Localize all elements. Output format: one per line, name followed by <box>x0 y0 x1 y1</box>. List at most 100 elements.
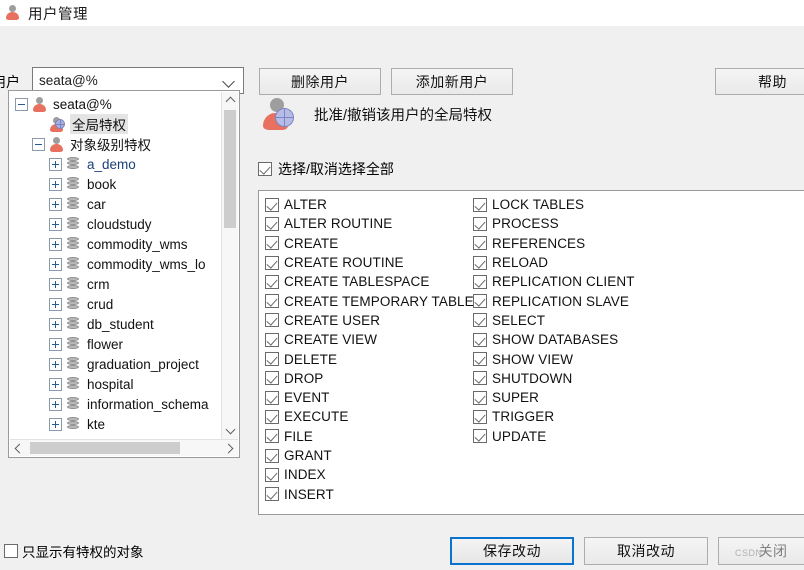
privilege-item[interactable]: PROCESS <box>473 214 723 233</box>
tree-node[interactable]: kte <box>9 414 221 434</box>
privilege-label: REFERENCES <box>492 235 586 251</box>
privilege-checkbox[interactable] <box>473 390 487 405</box>
privilege-checkbox[interactable] <box>473 255 487 270</box>
tree-body[interactable]: seata@% 全局特权 对象级别特权 a_demo book car cloudstudy… <box>9 91 221 439</box>
privilege-item[interactable]: LOCK TABLES <box>473 195 723 214</box>
select-all-checkbox[interactable] <box>258 162 272 176</box>
privilege-checkbox[interactable] <box>473 197 487 212</box>
privilege-item[interactable]: SHUTDOWN <box>473 369 723 388</box>
privilege-checkbox[interactable] <box>265 352 279 367</box>
expand-icon[interactable] <box>49 177 62 191</box>
privilege-checkbox[interactable] <box>473 236 487 251</box>
privilege-item[interactable]: SUPER <box>473 388 723 407</box>
vertical-scroll-thumb[interactable] <box>224 110 236 228</box>
expand-icon[interactable] <box>49 317 62 331</box>
collapse-icon[interactable] <box>32 137 45 151</box>
privilege-item[interactable]: REPLICATION CLIENT <box>473 272 723 291</box>
delete-user-button[interactable]: 删除用户 <box>259 68 381 95</box>
privilege-checkbox[interactable] <box>265 216 279 231</box>
expand-icon[interactable] <box>49 237 62 251</box>
privilege-item[interactable]: INDEX <box>265 465 515 484</box>
privilege-checkbox[interactable] <box>265 390 279 405</box>
tree-node[interactable]: db_student <box>9 314 221 334</box>
expand-icon[interactable] <box>49 257 62 271</box>
tree-node[interactable]: information_schema <box>9 394 221 414</box>
privilege-checkbox[interactable] <box>265 294 279 309</box>
tree-node-label: kte <box>87 416 106 432</box>
expand-icon[interactable] <box>49 157 62 171</box>
expand-icon[interactable] <box>49 297 62 311</box>
privilege-label: INSERT <box>284 486 334 502</box>
privilege-checkbox[interactable] <box>265 274 279 289</box>
privilege-checkbox[interactable] <box>265 197 279 212</box>
tree-node[interactable]: cloudstudy <box>9 214 221 234</box>
tree-node[interactable]: graduation_project <box>9 354 221 374</box>
privilege-item[interactable]: RELOAD <box>473 253 723 272</box>
tree-horizontal-scrollbar[interactable] <box>10 439 238 456</box>
privilege-item[interactable]: REPLICATION SLAVE <box>473 291 723 310</box>
privilege-checkbox[interactable] <box>473 294 487 309</box>
privilege-checkbox[interactable] <box>473 429 487 444</box>
privilege-checkbox[interactable] <box>265 448 279 463</box>
privilege-checkbox[interactable] <box>265 487 279 502</box>
privilege-checkbox[interactable] <box>473 313 487 328</box>
privilege-checkbox[interactable] <box>265 236 279 251</box>
help-button[interactable]: 帮助 <box>715 68 804 95</box>
add-user-button[interactable]: 添加新用户 <box>391 68 513 95</box>
privilege-item[interactable]: TRIGGER <box>473 407 723 426</box>
privilege-checkbox[interactable] <box>265 255 279 270</box>
expand-icon[interactable] <box>49 397 62 411</box>
scroll-left-icon[interactable] <box>10 440 27 457</box>
scroll-up-icon[interactable] <box>222 92 239 109</box>
privilege-checkbox[interactable] <box>473 216 487 231</box>
privilege-checkbox[interactable] <box>473 352 487 367</box>
tree-node[interactable]: crud <box>9 294 221 314</box>
privilege-item[interactable]: SHOW VIEW <box>473 349 723 368</box>
tree-vertical-scrollbar[interactable] <box>221 92 238 439</box>
tree-node[interactable]: 全局特权 <box>9 114 221 134</box>
privilege-checkbox[interactable] <box>265 467 279 482</box>
expand-icon[interactable] <box>49 197 62 211</box>
expand-icon[interactable] <box>49 357 62 371</box>
tree-node[interactable]: commodity_wms_lo <box>9 254 221 274</box>
cancel-changes-button[interactable]: 取消改动 <box>584 537 708 565</box>
tree-node[interactable]: book <box>9 174 221 194</box>
tree-node[interactable]: crm <box>9 274 221 294</box>
select-all-row[interactable]: 选择/取消选择全部 <box>258 159 394 179</box>
scroll-right-icon[interactable] <box>221 440 238 457</box>
scroll-down-icon[interactable] <box>222 422 239 439</box>
only-privileged-objects-checkbox[interactable] <box>4 544 18 558</box>
collapse-icon[interactable] <box>15 97 28 111</box>
privilege-checkbox[interactable] <box>473 371 487 386</box>
privilege-checkbox[interactable] <box>265 313 279 328</box>
tree-node[interactable]: car <box>9 194 221 214</box>
tree-node[interactable]: flower <box>9 334 221 354</box>
privilege-checkbox[interactable] <box>265 409 279 424</box>
privilege-item[interactable]: SELECT <box>473 311 723 330</box>
expand-icon[interactable] <box>49 277 62 291</box>
expand-icon[interactable] <box>49 337 62 351</box>
privilege-item[interactable]: GRANT <box>265 446 515 465</box>
only-privileged-objects-row[interactable]: 只显示有特权的对象 <box>4 541 144 561</box>
privilege-item[interactable]: SHOW DATABASES <box>473 330 723 349</box>
privilege-item[interactable]: INSERT <box>265 484 515 503</box>
privilege-checkbox[interactable] <box>473 409 487 424</box>
tree-node[interactable]: hospital <box>9 374 221 394</box>
expand-icon[interactable] <box>49 417 62 431</box>
tree-node[interactable]: seata@% <box>9 94 221 114</box>
user-privileges-tree-panel: seata@% 全局特权 对象级别特权 a_demo book car cloudstudy… <box>8 90 240 458</box>
privilege-checkbox[interactable] <box>473 274 487 289</box>
expand-icon[interactable] <box>49 377 62 391</box>
expand-icon[interactable] <box>49 217 62 231</box>
tree-node[interactable]: 对象级别特权 <box>9 134 221 154</box>
privilege-item[interactable]: REFERENCES <box>473 234 723 253</box>
privilege-checkbox[interactable] <box>265 429 279 444</box>
privilege-checkbox[interactable] <box>473 332 487 347</box>
save-changes-button[interactable]: 保存改动 <box>450 537 574 565</box>
privilege-checkbox[interactable] <box>265 371 279 386</box>
privilege-item[interactable]: UPDATE <box>473 427 723 446</box>
tree-node[interactable]: commodity_wms <box>9 234 221 254</box>
tree-node[interactable]: a_demo <box>9 154 221 174</box>
privilege-checkbox[interactable] <box>265 332 279 347</box>
horizontal-scroll-thumb[interactable] <box>30 442 180 454</box>
